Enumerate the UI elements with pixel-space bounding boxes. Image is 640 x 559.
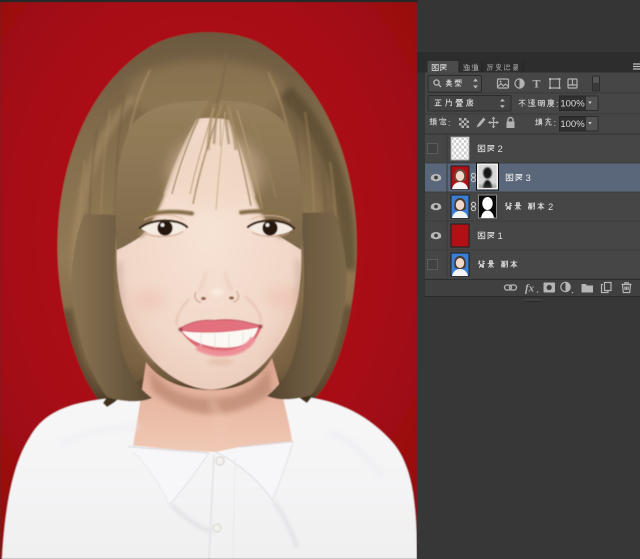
svg-text:3: 3	[526, 173, 531, 184]
svg-text:2: 2	[548, 202, 553, 213]
svg-text:fx: fx	[525, 283, 535, 295]
svg-text::: :	[448, 118, 451, 128]
svg-text::: :	[554, 118, 557, 128]
svg-text:2: 2	[498, 144, 503, 155]
svg-text:100%: 100%	[560, 119, 585, 130]
svg-text::: :	[556, 99, 559, 109]
svg-text:T: T	[532, 77, 540, 91]
svg-text:1: 1	[498, 231, 503, 242]
svg-text:100%: 100%	[560, 99, 585, 110]
